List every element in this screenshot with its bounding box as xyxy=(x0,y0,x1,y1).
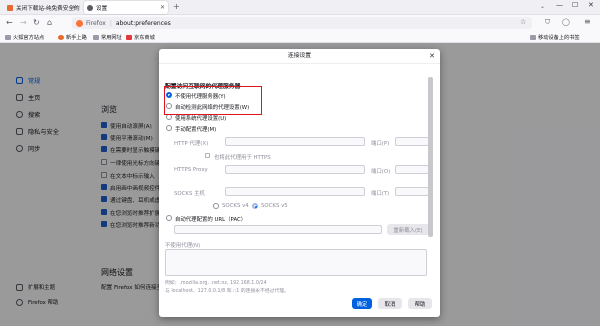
bookmark-label: 常用网址 xyxy=(101,35,122,41)
also-https-checkbox[interactable] xyxy=(205,153,210,158)
bookmark-item[interactable]: 火狐官方站点 xyxy=(5,34,44,41)
system-proxy-label: 使用系统代理设置(U) xyxy=(175,116,227,122)
http-port-input[interactable] xyxy=(395,137,429,146)
no-proxy-for-textarea[interactable] xyxy=(165,249,427,276)
socks-port-input[interactable] xyxy=(395,187,429,196)
account-icon[interactable]: ◯ xyxy=(562,18,570,26)
bookmarks-toolbar: 火狐官方站点 新手上路 常用网址 京东商城 移动设备上的书签 xyxy=(0,32,600,43)
bookmark-item[interactable]: 常用网址 xyxy=(93,34,122,41)
highlight-box xyxy=(164,86,262,115)
window-close-button[interactable]: ✕ xyxy=(588,1,594,9)
https-proxy-input[interactable] xyxy=(225,165,365,174)
close-icon[interactable]: ✕ xyxy=(72,4,77,11)
maximize-button[interactable]: ☐ xyxy=(572,1,578,9)
cancel-button[interactable]: 取消 xyxy=(378,298,402,309)
bookmark-label: 新手上路 xyxy=(66,35,87,41)
bookmark-label: 京东商城 xyxy=(134,35,155,41)
http-port-label: 端口(P) xyxy=(371,141,390,147)
auto-pac-label: 自动代理配置的 URL（PAC） xyxy=(175,217,247,223)
manual-proxy-label: 手动配置代理(M) xyxy=(175,127,217,133)
home-icon[interactable]: ⌂ xyxy=(47,18,52,27)
bookmark-item[interactable]: 京东商城 xyxy=(126,34,155,41)
https-proxy-label: HTTPS Proxy xyxy=(174,167,208,173)
tab-bar: 关闭下载站-纯免费安全的软件... ✕ 设置 ✕ + ⌄ — ☐ ✕ xyxy=(0,0,600,15)
https-port-label: 端口(O) xyxy=(371,169,391,175)
reload-button[interactable]: 重新载入(E) xyxy=(387,224,429,235)
http-proxy-input[interactable] xyxy=(225,137,365,146)
also-https-label: 也将此代理用于 HTTPS xyxy=(214,155,271,161)
url-bar[interactable]: Firefox | about:preferences xyxy=(72,17,532,29)
bookmark-label: 火狐官方站点 xyxy=(13,35,45,41)
localhost-note: 与 localhost、127.0.0.1/8 和 ::1 的连接永不经过代理。 xyxy=(165,289,289,294)
tab-label: 设置 xyxy=(96,5,108,12)
extensions-icon[interactable]: ⛉ xyxy=(545,18,550,27)
jd-icon xyxy=(126,35,132,40)
new-tab-button[interactable]: + xyxy=(173,2,180,11)
firefox-logo-icon xyxy=(76,19,83,27)
reload-icon[interactable]: ↻ xyxy=(33,18,40,27)
forward-icon[interactable]: → xyxy=(20,18,27,27)
back-icon[interactable]: ← xyxy=(6,18,13,27)
socks-v4-label: SOCKS v4 xyxy=(222,203,249,209)
folder-icon xyxy=(93,35,99,40)
socks-host-label: SOCKS 主机 xyxy=(174,191,205,197)
tab-label: 关闭下载站-纯免费安全的软件... xyxy=(16,5,80,12)
gear-icon xyxy=(87,4,93,11)
example-text: 例如：.mozilla.org, .net.nz, 192.168.1.0/24 xyxy=(165,281,267,286)
https-port-input[interactable] xyxy=(395,165,429,174)
minimize-button[interactable]: — xyxy=(556,1,563,9)
tab-download-site[interactable]: 关闭下载站-纯免费安全的软件... ✕ xyxy=(4,1,80,14)
ok-button[interactable]: 确定 xyxy=(352,298,372,309)
tab-settings[interactable]: 设置 ✕ xyxy=(84,1,168,14)
socks-host-input[interactable] xyxy=(225,187,365,196)
radio-manual-proxy[interactable] xyxy=(166,125,172,131)
bookmark-label: 移动设备上的书签 xyxy=(538,35,580,41)
http-proxy-label: HTTP 代理(X) xyxy=(174,141,209,147)
mobile-bookmarks[interactable]: 移动设备上的书签 xyxy=(530,34,580,41)
url-separator: | xyxy=(109,19,112,27)
help-button[interactable]: 帮助 xyxy=(408,298,432,309)
radio-auto-pac[interactable] xyxy=(166,215,172,221)
url-text[interactable]: about:preferences xyxy=(116,20,171,27)
bookmark-star-icon[interactable]: ☆ xyxy=(520,18,526,26)
browser-identity-label: Firefox xyxy=(86,19,106,27)
folder-icon xyxy=(5,35,11,40)
socks-v5-label: SOCKS v5 xyxy=(261,203,288,209)
list-all-tabs-icon[interactable]: ⌄ xyxy=(540,3,545,10)
firefox-icon xyxy=(58,35,64,40)
folder-icon xyxy=(530,35,536,40)
dialog-scrollbar[interactable] xyxy=(428,77,433,237)
no-proxy-for-label: 不使用代理(N) xyxy=(165,243,201,249)
pac-url-input[interactable] xyxy=(174,225,382,234)
bookmark-item[interactable]: 新手上路 xyxy=(58,34,87,41)
site-favicon-icon xyxy=(7,4,13,11)
menu-icon[interactable]: ≡ xyxy=(584,17,591,26)
radio-socks-v4[interactable] xyxy=(213,203,219,209)
dialog-title: 连接设置 xyxy=(159,49,440,64)
close-icon[interactable]: ✕ xyxy=(160,4,165,11)
close-icon[interactable]: ✕ xyxy=(429,52,435,60)
socks-port-label: 端口(T) xyxy=(371,191,390,197)
radio-socks-v5[interactable] xyxy=(252,203,258,209)
